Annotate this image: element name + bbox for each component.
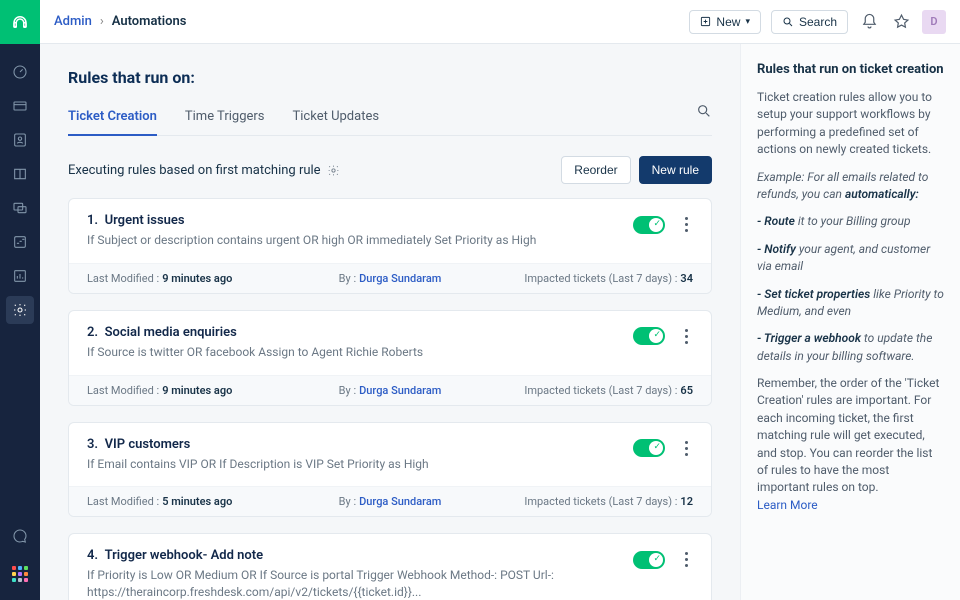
rule-description: If Source is twitter OR facebook Assign …	[87, 344, 623, 361]
tab-ticket-creation[interactable]: Ticket Creation	[68, 103, 157, 136]
rule-card[interactable]: 1. Urgent issues If Subject or descripti…	[68, 198, 712, 294]
nav-help-icon[interactable]	[6, 522, 34, 550]
topbar: Admin › Automations New ▾ Search D	[40, 0, 960, 44]
tab-time-triggers[interactable]: Time Triggers	[185, 103, 265, 135]
tab-ticket-updates[interactable]: Ticket Updates	[293, 103, 380, 135]
rule-toggle[interactable]: ✓	[633, 216, 665, 234]
learn-more-link[interactable]: Learn More	[757, 498, 818, 512]
new-rule-button[interactable]: New rule	[639, 156, 712, 184]
search-button-label: Search	[799, 15, 837, 29]
nav-admin-icon[interactable]	[6, 296, 34, 324]
nav-solutions-icon[interactable]	[6, 160, 34, 188]
rule-menu-icon[interactable]	[677, 325, 693, 348]
rule-last-modified: Last Modified : 9 minutes ago	[87, 272, 289, 285]
rule-author: By : Durga Sundaram	[289, 495, 491, 508]
help-intro: Ticket creation rules allow you to setup…	[757, 89, 944, 159]
rule-last-modified: Last Modified : 5 minutes ago	[87, 495, 289, 508]
search-button[interactable]: Search	[771, 10, 848, 34]
help-ordering: Remember, the order of the 'Ticket Creat…	[757, 375, 944, 514]
rule-title: 1. Urgent issues	[87, 213, 623, 228]
page-title: Rules that run on:	[68, 68, 712, 87]
app-logo[interactable]	[0, 0, 40, 44]
plus-icon	[700, 16, 711, 27]
help-panel: Rules that run on ticket creation Ticket…	[740, 44, 960, 600]
rule-description: If Email contains VIP OR If Description …	[87, 456, 623, 473]
nav-dashboard-icon[interactable]	[6, 58, 34, 86]
nav-analytics-icon[interactable]	[6, 228, 34, 256]
rule-title: 3. VIP customers	[87, 437, 623, 452]
help-bullet-webhook: - Trigger a webhook to update the detail…	[757, 330, 944, 365]
rule-menu-icon[interactable]	[677, 437, 693, 460]
rule-impacted: Impacted tickets (Last 7 days) : 34	[491, 272, 693, 285]
execution-note: Executing rules based on first matching …	[68, 163, 340, 178]
help-bullet-notify: - Notify your agent, and customer via em…	[757, 241, 944, 276]
rule-toggle[interactable]: ✓	[633, 439, 665, 457]
reorder-button[interactable]: Reorder	[561, 156, 630, 184]
chevron-down-icon: ▾	[745, 16, 750, 27]
rule-last-modified: Last Modified : 9 minutes ago	[87, 384, 289, 397]
nav-apps-icon[interactable]	[6, 560, 34, 588]
search-icon	[782, 16, 794, 28]
breadcrumb-current: Automations	[112, 14, 187, 29]
help-bullet-route: - Route it to your Billing group	[757, 213, 944, 230]
rule-title: 4. Trigger webhook- Add note	[87, 548, 623, 563]
rule-title: 2. Social media enquiries	[87, 325, 623, 340]
rules-list: 1. Urgent issues If Subject or descripti…	[68, 198, 712, 600]
rule-card[interactable]: 4. Trigger webhook- Add note If Priority…	[68, 533, 712, 600]
help-example: Example: For all emails related to refun…	[757, 169, 944, 204]
rule-author: By : Durga Sundaram	[289, 272, 491, 285]
nav-reports-icon[interactable]	[6, 262, 34, 290]
help-bullet-properties: - Set ticket properties like Priority to…	[757, 286, 944, 321]
rule-impacted: Impacted tickets (Last 7 days) : 65	[491, 384, 693, 397]
main-content: Rules that run on: Ticket Creation Time …	[40, 44, 740, 600]
nav-tickets-icon[interactable]	[6, 92, 34, 120]
rule-author: By : Durga Sundaram	[289, 384, 491, 397]
rule-card[interactable]: 3. VIP customers If Email contains VIP O…	[68, 422, 712, 518]
rule-menu-icon[interactable]	[677, 213, 693, 236]
rule-card[interactable]: 2. Social media enquiries If Source is t…	[68, 310, 712, 406]
new-button[interactable]: New ▾	[689, 10, 761, 34]
freshworks-icon[interactable]	[890, 11, 912, 33]
rule-description: If Priority is Low OR Medium OR If Sourc…	[87, 567, 623, 600]
rule-impacted: Impacted tickets (Last 7 days) : 12	[491, 495, 693, 508]
chevron-right-icon: ›	[100, 14, 104, 29]
new-button-label: New	[716, 15, 740, 29]
help-title: Rules that run on ticket creation	[757, 62, 944, 77]
rule-toggle[interactable]: ✓	[633, 551, 665, 569]
nav-forums-icon[interactable]	[6, 194, 34, 222]
rule-description: If Subject or description contains urgen…	[87, 232, 623, 249]
tabs: Ticket Creation Time Triggers Ticket Upd…	[68, 103, 712, 136]
avatar[interactable]: D	[922, 10, 946, 34]
breadcrumb-root[interactable]: Admin	[54, 14, 92, 29]
breadcrumb: Admin › Automations	[54, 14, 186, 29]
rule-menu-icon[interactable]	[677, 548, 693, 571]
rule-toggle[interactable]: ✓	[633, 327, 665, 345]
left-nav-rail	[0, 0, 40, 600]
gear-icon[interactable]	[327, 164, 340, 177]
notifications-icon[interactable]	[858, 11, 880, 33]
rules-search-icon[interactable]	[696, 103, 712, 135]
nav-contacts-icon[interactable]	[6, 126, 34, 154]
